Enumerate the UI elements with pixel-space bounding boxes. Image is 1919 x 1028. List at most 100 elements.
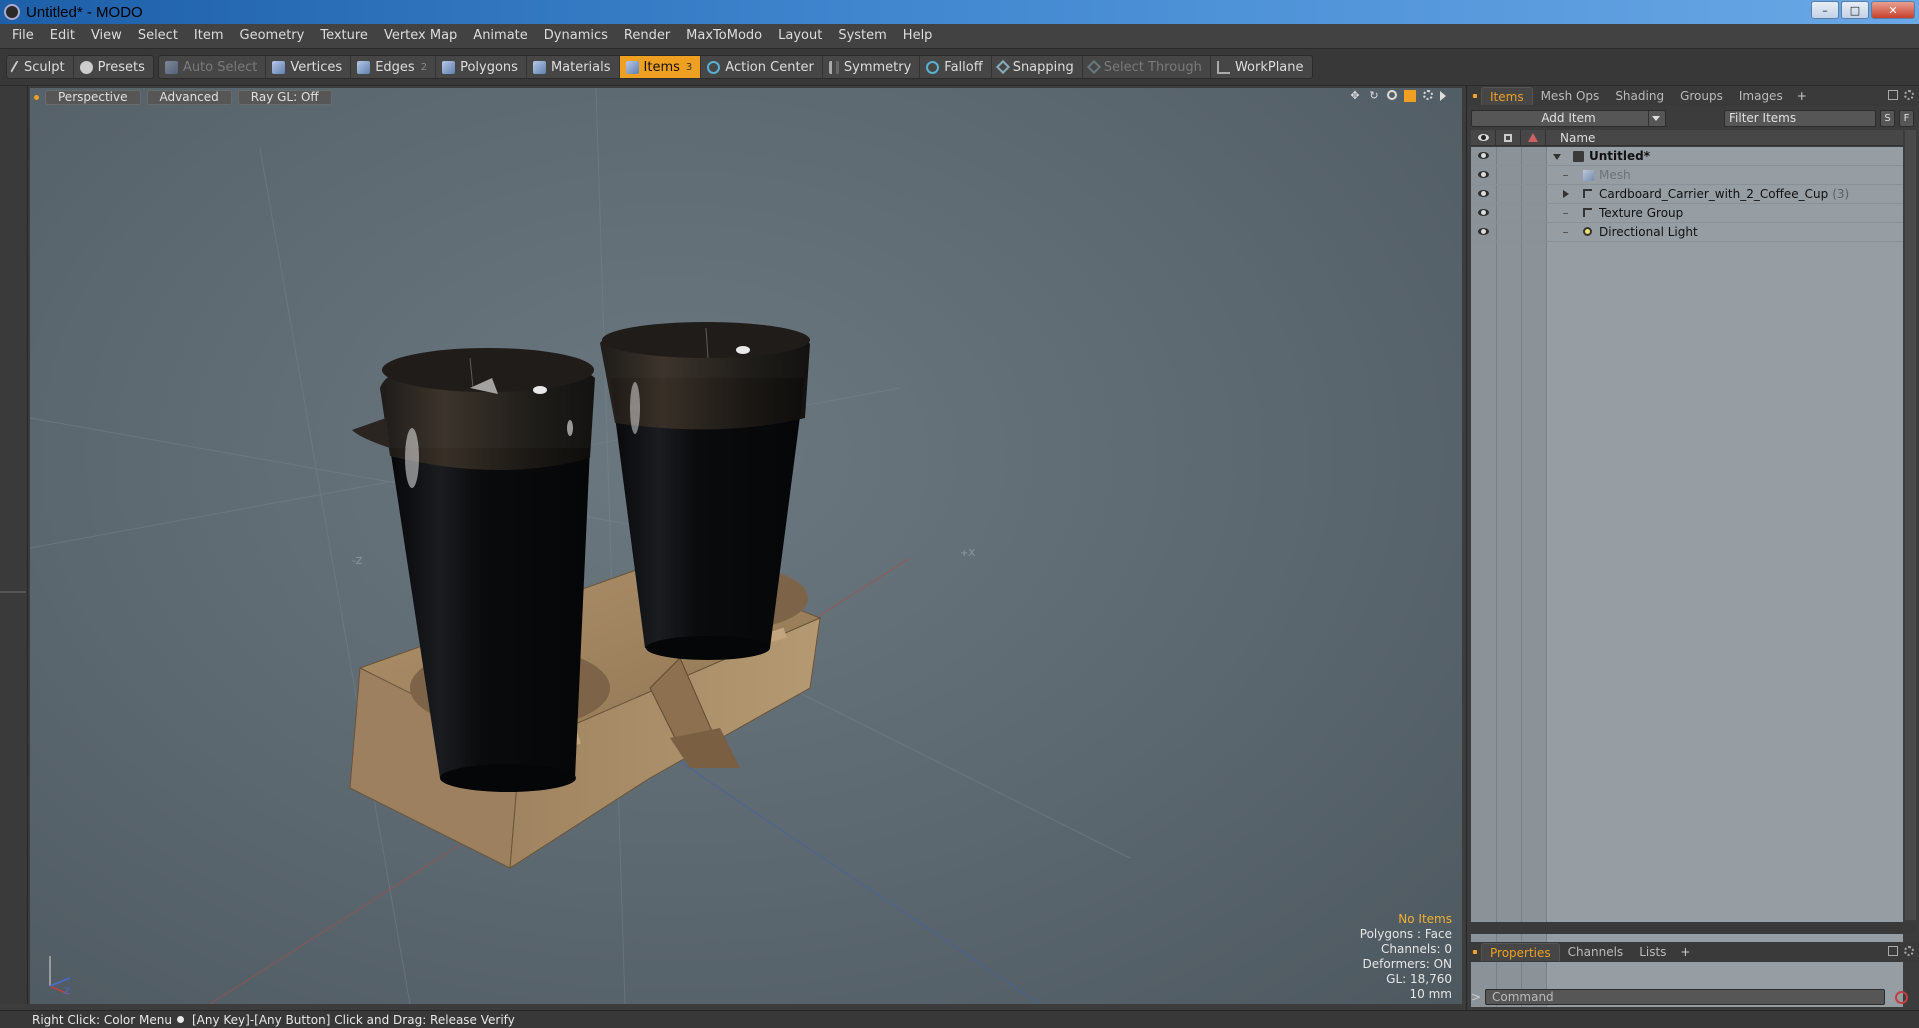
add-tab-button[interactable]: + [1674,943,1696,961]
3d-viewport[interactable]: Perspective Advanced Ray GL: Off ✥ ↻ +X … [30,88,1462,1004]
panel-menu-dot[interactable] [1473,94,1477,98]
selection-mode-group: Auto Select Vertices Edges 2 Polygons Mat… [157,55,1313,79]
status-right-hint: [Any Key]-[Any Button] Click and Drag: R… [191,1012,515,1027]
falloff-label: Falloff [944,59,983,75]
falloff-button[interactable]: Falloff [920,56,992,78]
edges-badge: 2 [420,61,428,73]
menu-system[interactable]: System [830,24,894,48]
menu-item[interactable]: Item [186,24,232,48]
minimize-button[interactable]: – [1811,1,1839,19]
panel-menu-dot[interactable] [1473,950,1477,954]
pan-icon[interactable]: ✥ [1349,90,1361,102]
tab-items[interactable]: Items [1481,87,1533,105]
menu-select[interactable]: Select [130,24,186,48]
item-tree-header: Name [1471,129,1903,146]
tree-row-mesh[interactable]: Mesh [1471,166,1903,185]
expand-panel-icon[interactable] [1888,90,1898,100]
menu-texture[interactable]: Texture [312,24,376,48]
eye-icon[interactable] [1478,209,1489,216]
menu-vertex-map[interactable]: Vertex Map [376,24,465,48]
record-macro-icon[interactable] [1895,990,1908,1004]
symmetry-button[interactable]: Symmetry [823,56,921,78]
raygl-toggle[interactable]: Ray GL: Off [237,89,332,105]
eye-icon[interactable] [1478,152,1489,159]
shading-mode-advanced[interactable]: Advanced [146,89,232,105]
menu-layout[interactable]: Layout [770,24,830,48]
expand-icon[interactable] [1563,190,1569,198]
menu-geometry[interactable]: Geometry [232,24,313,48]
menu-render[interactable]: Render [616,24,678,48]
expand-panel-icon[interactable] [1888,946,1898,956]
close-button[interactable]: ✕ [1871,1,1915,19]
mesh-icon [1583,170,1594,181]
menu-dynamics[interactable]: Dynamics [536,24,616,48]
tree-row-cardboard-carrier[interactable]: Cardboard_Carrier_with_2_Coffee_Cup (3) [1471,185,1903,204]
zoom-icon[interactable] [1387,90,1397,100]
menu-help[interactable]: Help [895,24,941,48]
menu-file[interactable]: File [4,24,42,48]
polygons-button[interactable]: Polygons [436,56,527,78]
vertices-label: Vertices [290,59,343,75]
visibility-column[interactable] [1471,129,1496,146]
auto-select-icon [164,60,178,74]
eye-icon[interactable] [1478,171,1489,178]
tab-mesh-ops[interactable]: Mesh Ops [1533,87,1608,105]
tab-shading[interactable]: Shading [1607,87,1672,105]
tree-row-untitled[interactable]: Untitled* [1471,147,1903,166]
workplane-button[interactable]: WorkPlane [1211,56,1312,78]
tree-row-directional-light[interactable]: Directional Light [1471,223,1903,242]
eye-icon[interactable] [1478,228,1489,235]
tab-groups[interactable]: Groups [1672,87,1731,105]
right-panel: Items Mesh Ops Shading Groups Images + A… [1466,86,1919,1010]
menu-view[interactable]: View [83,24,130,48]
presets-button[interactable]: Presets [74,56,153,78]
eye-icon[interactable] [1478,190,1489,197]
select-through-button[interactable]: Select Through [1083,56,1211,78]
view-type-perspective[interactable]: Perspective [45,89,141,105]
eye-icon [1477,134,1489,141]
tab-properties[interactable]: Properties [1481,943,1560,961]
viewport-expand-icon[interactable] [1440,91,1446,101]
tab-images[interactable]: Images [1731,87,1791,105]
chevron-down-icon[interactable] [1648,110,1662,126]
falloff-icon [926,60,940,74]
fit-view-icon[interactable] [1404,90,1416,102]
panel-settings-icon[interactable] [1904,90,1914,100]
edges-label: Edges [375,59,415,75]
filter-f-button[interactable]: F [1899,109,1914,127]
tab-lists[interactable]: Lists [1631,943,1674,961]
strip-splitter[interactable] [0,591,26,593]
edges-button[interactable]: Edges 2 [351,56,437,78]
tree-horizontal-scrollbar[interactable] [1471,922,1916,934]
add-tab-button[interactable]: + [1791,87,1813,105]
rotate-icon[interactable]: ↻ [1368,90,1380,102]
tree-vertical-scrollbar[interactable] [1905,130,1916,920]
maximize-button[interactable]: □ [1841,1,1869,19]
presets-icon [79,60,93,74]
tab-channels[interactable]: Channels [1560,943,1632,961]
command-input[interactable]: Command [1485,989,1885,1005]
sculpt-button[interactable]: Sculpt [7,56,74,78]
snapping-button[interactable]: Snapping [992,56,1083,78]
collapse-icon[interactable] [1553,154,1561,160]
symmetry-label: Symmetry [843,59,912,75]
auto-select-button[interactable]: Auto Select [159,56,267,78]
name-column-header[interactable]: Name [1546,131,1595,145]
add-item-button[interactable]: Add Item [1471,109,1666,127]
vertices-button[interactable]: Vertices [266,56,352,78]
action-center-button[interactable]: Action Center [701,56,823,78]
panel-settings-icon[interactable] [1904,946,1914,956]
menu-animate[interactable]: Animate [465,24,535,48]
viewport-settings-icon[interactable] [1423,90,1433,100]
filter-s-button[interactable]: S [1880,109,1895,127]
materials-button[interactable]: Materials [527,56,620,78]
menu-edit[interactable]: Edit [42,24,83,48]
menu-maxtomodo[interactable]: MaxToModo [678,24,770,48]
viewport-menu-dot[interactable] [34,94,39,100]
select-through-label: Select Through [1103,59,1202,75]
items-button[interactable]: Items 3 [619,56,702,78]
render-column[interactable] [1521,129,1546,146]
tree-row-texture-group[interactable]: Texture Group [1471,204,1903,223]
lock-column[interactable] [1496,129,1521,146]
filter-items-input[interactable]: Filter Items [1724,109,1876,127]
